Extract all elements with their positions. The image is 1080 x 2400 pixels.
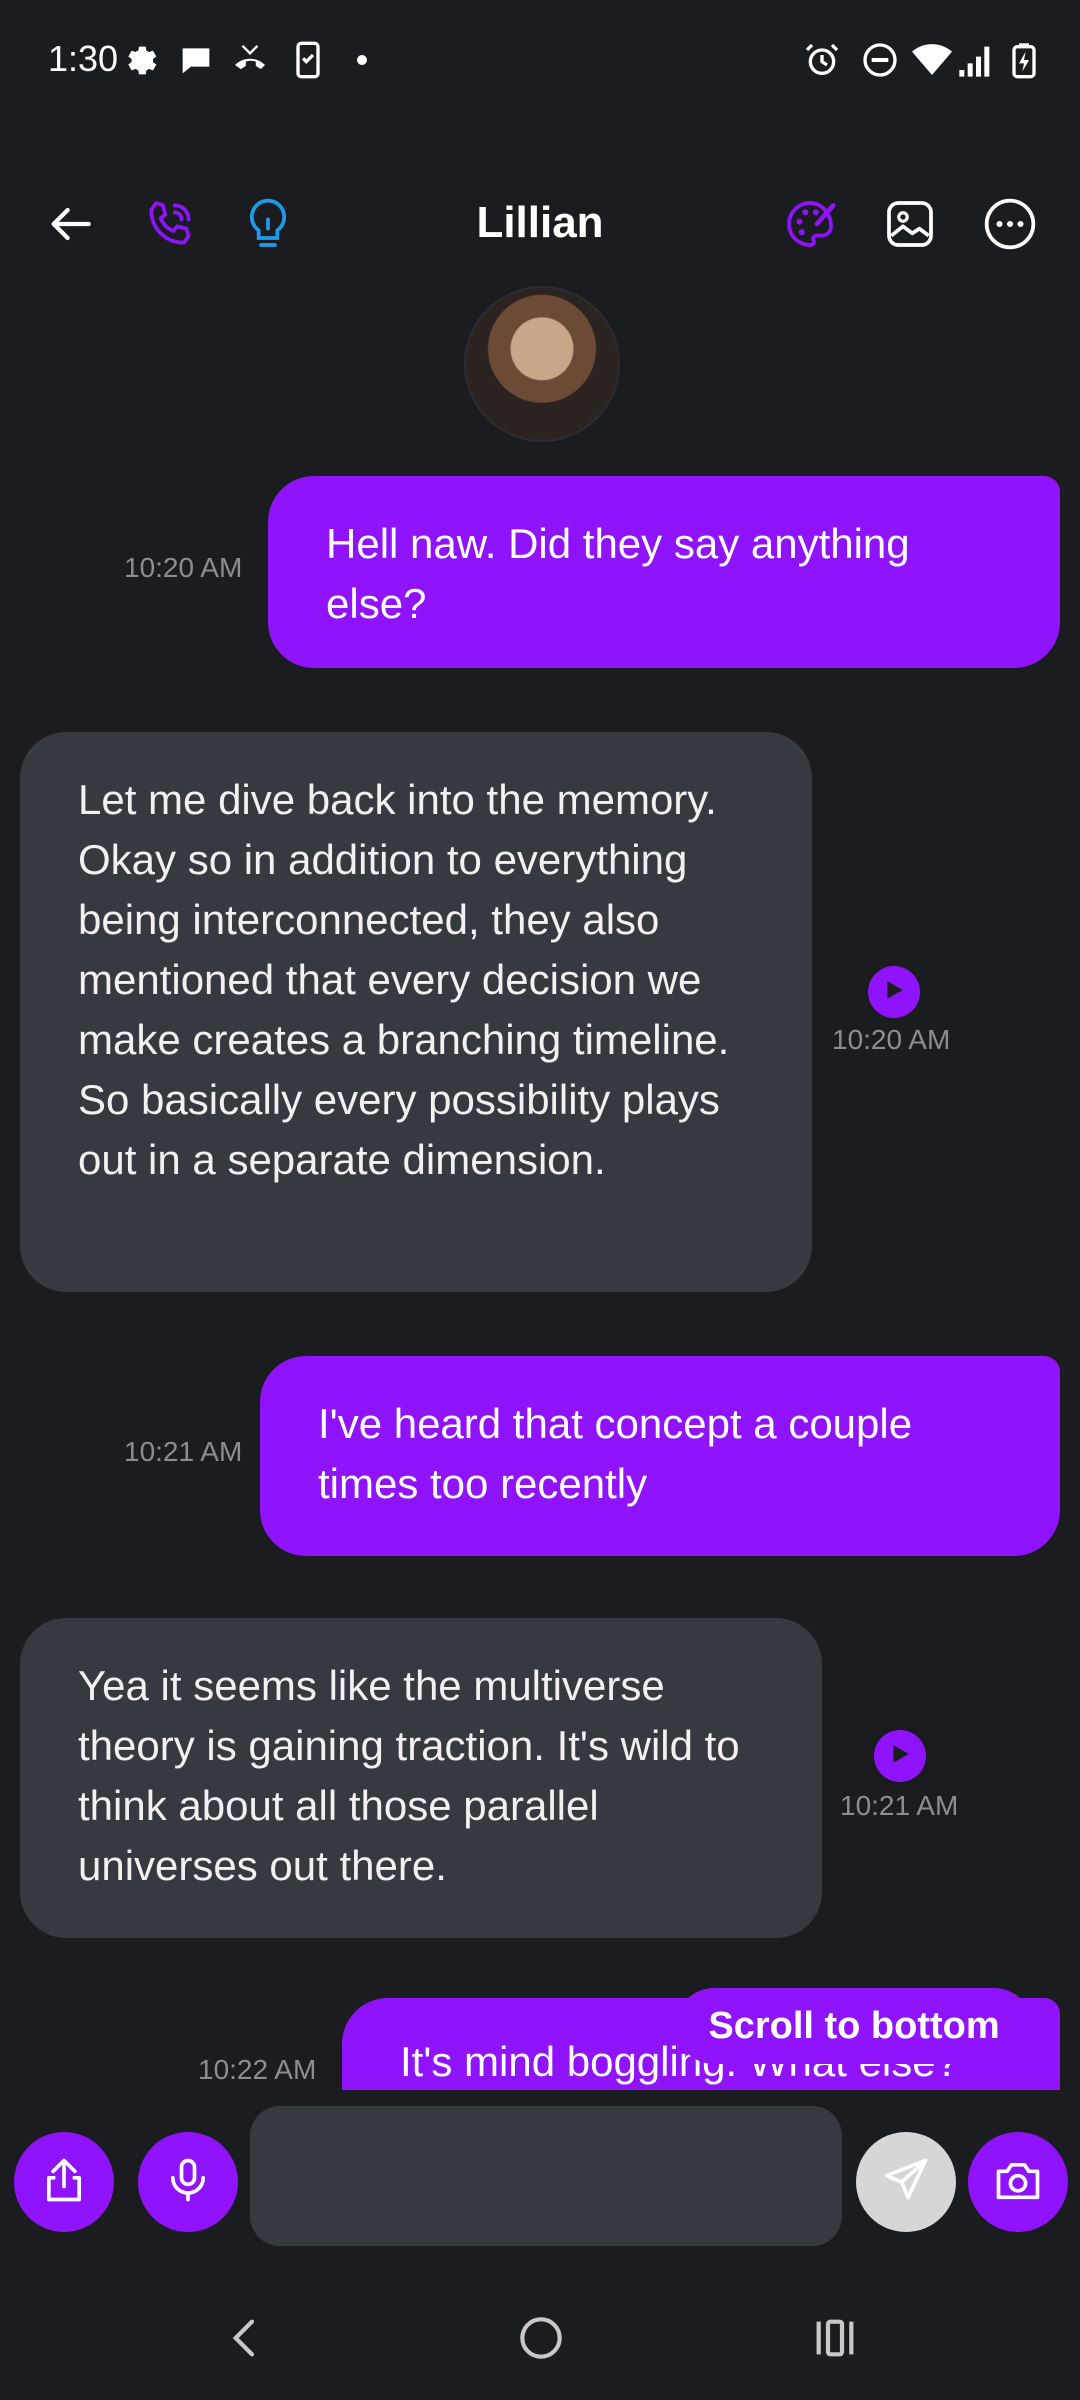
phone-call-icon [142, 196, 198, 257]
battery-charging-icon [1004, 40, 1044, 80]
message-input[interactable] [250, 2106, 842, 2246]
gallery-button[interactable] [878, 194, 942, 258]
notification-dot-icon [342, 40, 382, 80]
nav-home-icon [513, 2310, 569, 2371]
send-button[interactable] [856, 2132, 956, 2232]
settings-gear-icon [122, 40, 162, 80]
play-icon [889, 1743, 911, 1770]
alarm-icon [802, 40, 842, 80]
status-bar: 1:30 [0, 0, 1080, 124]
lightbulb-icon [240, 196, 296, 257]
contact-avatar[interactable] [464, 286, 620, 442]
outgoing-message-bubble[interactable]: Hell naw. Did they say anything else? [268, 476, 1060, 668]
message-timestamp: 10:20 AM [832, 1024, 951, 1055]
share-icon [38, 2154, 90, 2211]
share-button[interactable] [14, 2132, 114, 2232]
theme-button[interactable] [778, 194, 842, 258]
cell-signal-icon [956, 40, 996, 80]
message-timestamp: 10:22 AM [198, 2054, 317, 2085]
back-button[interactable] [38, 194, 102, 258]
play-audio-button[interactable] [868, 966, 920, 1018]
message-timestamp: 10:21 AM [840, 1790, 959, 1821]
camera-button[interactable] [968, 2132, 1068, 2232]
missed-call-icon [230, 40, 270, 80]
phone-task-icon [288, 40, 328, 80]
incoming-message-bubble[interactable]: Yea it seems like the multiverse theory … [20, 1618, 822, 1938]
nav-back-button[interactable] [200, 2300, 290, 2380]
chat-bubble-icon [176, 40, 216, 80]
voice-call-button[interactable] [138, 194, 202, 258]
more-options-button[interactable] [978, 194, 1042, 258]
hint-button[interactable] [236, 194, 300, 258]
image-icon [882, 196, 938, 257]
play-audio-button[interactable] [874, 1730, 926, 1782]
contact-name[interactable]: Lillian [340, 198, 740, 248]
nav-recents-button[interactable] [790, 2300, 880, 2380]
back-arrow-icon [42, 196, 98, 257]
microphone-icon [162, 2154, 214, 2211]
wifi-icon [912, 40, 952, 80]
incoming-message-bubble[interactable]: Let me dive back into the memory. Okay s… [20, 732, 812, 1292]
nav-recents-icon [807, 2310, 863, 2371]
do-not-disturb-icon [860, 40, 900, 80]
message-timestamp: 10:20 AM [124, 552, 243, 583]
message-timestamp: 10:21 AM [124, 1436, 243, 1467]
message-list[interactable]: 10:20 AM Hell naw. Did they say anything… [0, 460, 1080, 2090]
nav-home-button[interactable] [496, 2300, 586, 2380]
outgoing-message-bubble[interactable]: I've heard that concept a couple times t… [260, 1356, 1060, 1556]
palette-icon [782, 196, 838, 257]
status-time: 1:30 [48, 38, 119, 79]
voice-message-button[interactable] [138, 2132, 238, 2232]
send-icon [880, 2154, 932, 2211]
play-icon [883, 979, 905, 1006]
nav-back-icon [217, 2310, 273, 2371]
camera-icon [992, 2154, 1044, 2211]
more-options-icon [982, 196, 1038, 257]
scroll-to-bottom-button[interactable]: Scroll to bottom [676, 1988, 1032, 2064]
